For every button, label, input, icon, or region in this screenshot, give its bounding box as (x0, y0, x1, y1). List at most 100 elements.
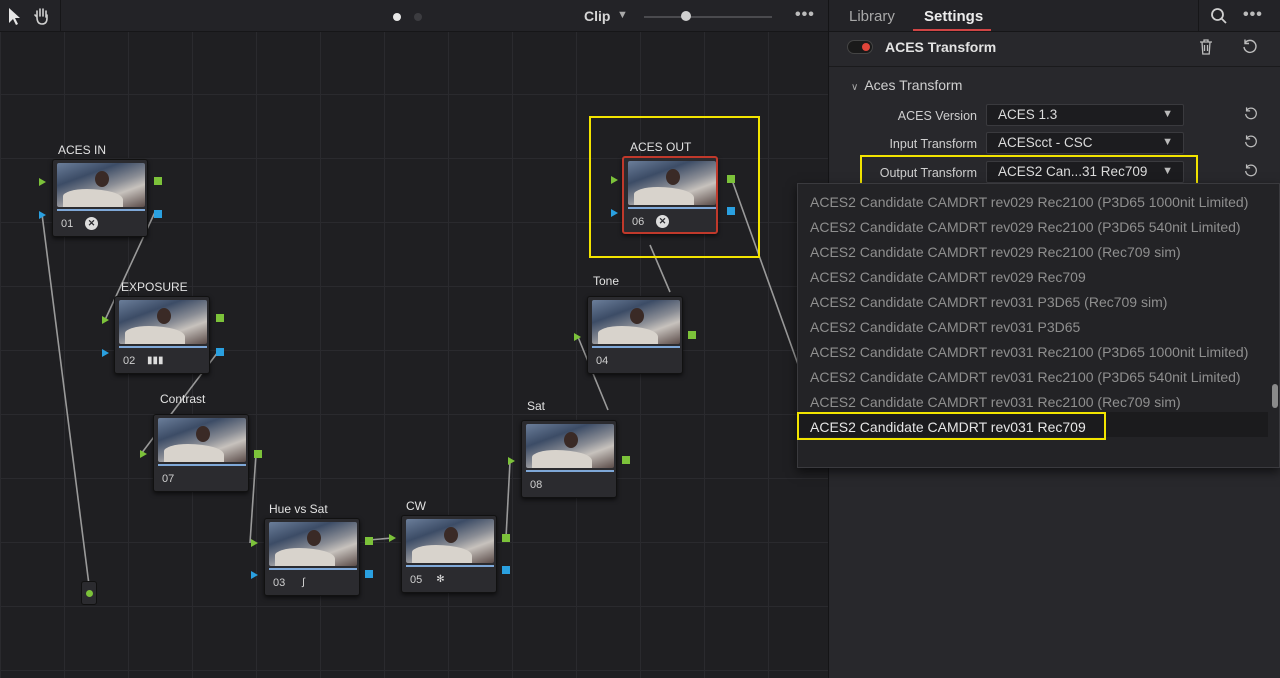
reset-icon[interactable] (1243, 163, 1259, 179)
dropdown-option[interactable]: ACES2 Candidate CAMDRT rev031 Rec2100 (P… (810, 369, 1241, 385)
rgb-input-pin[interactable] (39, 178, 46, 186)
rgb-input-pin[interactable] (102, 316, 109, 324)
node-label: EXPOSURE (121, 280, 188, 294)
page-dot-active[interactable] (393, 13, 401, 21)
node-thumbnail (628, 161, 716, 205)
alpha-input-pin[interactable] (251, 571, 258, 579)
rgb-output-pin[interactable] (622, 456, 630, 464)
page-dot[interactable] (414, 13, 422, 21)
node-bar (119, 346, 207, 348)
node-number: 04 (596, 355, 609, 367)
rgb-output-pin[interactable] (365, 537, 373, 545)
section-title: Aces Transform (864, 77, 963, 93)
rgb-input-pin[interactable] (389, 534, 396, 542)
node-tone[interactable]: 04 (587, 296, 683, 374)
reset-icon[interactable] (1243, 106, 1259, 122)
node-aces-out[interactable]: 06 ✕ (622, 156, 718, 234)
alpha-output-pin[interactable] (502, 566, 510, 574)
node-bar (158, 464, 246, 466)
rgb-input-pin[interactable] (251, 539, 258, 547)
dropdown-option[interactable]: ACES2 Candidate CAMDRT rev029 Rec2100 (R… (810, 244, 1181, 260)
tab-settings[interactable]: Settings (924, 8, 983, 25)
node-label: Contrast (160, 392, 206, 406)
aces-icon: ✕ (656, 215, 669, 228)
node-exposure[interactable]: 02 ▮▮▮ (114, 296, 210, 374)
node-thumbnail (406, 519, 494, 563)
output-transform-dropdown[interactable]: ACES2 Candidate CAMDRT rev029 Rec2100 (P… (797, 183, 1280, 468)
more-options-icon[interactable]: ••• (1243, 6, 1263, 24)
toggle-indicator (862, 43, 870, 51)
node-thumbnail (57, 163, 145, 207)
node-toolbar: Clip ▼ ••• (0, 0, 828, 32)
chevron-down-icon: ▼ (1162, 108, 1173, 120)
alpha-output-pin[interactable] (216, 348, 224, 356)
rgb-output-pin[interactable] (254, 450, 262, 458)
trash-icon[interactable] (1199, 39, 1213, 55)
rgb-output-pin[interactable] (688, 331, 696, 339)
effect-title: ACES Transform (885, 39, 997, 55)
pointer-icon[interactable] (4, 5, 26, 27)
chevron-down-icon[interactable]: ▼ (617, 9, 628, 21)
alpha-input-pin[interactable] (102, 349, 109, 357)
aces-version-select[interactable]: ACES 1.3 ▼ (986, 104, 1184, 126)
node-editor[interactable]: ACES IN 01 ✕ EXPOSURE 02 ▮▮▮ Contrast 07… (0, 0, 828, 678)
source-node[interactable] (81, 581, 97, 605)
tab-library[interactable]: Library (849, 8, 895, 25)
view-mode-label[interactable]: Clip (584, 8, 610, 24)
source-pin[interactable] (86, 590, 93, 597)
search-icon[interactable] (1210, 7, 1228, 25)
dropdown-option[interactable]: ACES2 Candidate CAMDRT rev031 Rec2100 (R… (810, 394, 1181, 410)
node-sat[interactable]: 08 (521, 420, 617, 498)
rgb-input-pin[interactable] (574, 333, 581, 341)
rgb-output-pin[interactable] (727, 175, 735, 183)
alpha-output-pin[interactable] (365, 570, 373, 578)
node-label: ACES OUT (630, 140, 692, 154)
node-number: 01 (61, 218, 74, 230)
select-value: ACES2 Can...31 Rec709 (998, 164, 1148, 179)
node-aces-in[interactable]: 01 ✕ (52, 159, 148, 237)
zoom-slider-handle[interactable] (681, 11, 691, 21)
rgb-input-pin[interactable] (611, 176, 618, 184)
effect-enable-toggle[interactable] (847, 40, 873, 54)
rgb-output-pin[interactable] (502, 534, 510, 542)
node-cw[interactable]: 05 ✻ (401, 515, 497, 593)
hand-icon[interactable] (31, 5, 53, 27)
wire-contrast-to-huesat (249, 453, 257, 544)
node-thumbnail (269, 522, 357, 566)
zoom-slider[interactable] (644, 16, 772, 18)
reset-icon[interactable] (1243, 134, 1259, 150)
alpha-input-pin[interactable] (39, 211, 46, 219)
node-bar (57, 209, 145, 211)
dropdown-option[interactable]: ACES2 Candidate CAMDRT rev031 Rec2100 (P… (810, 344, 1248, 360)
dropdown-option[interactable]: ACES2 Candidate CAMDRT rev029 Rec709 (810, 269, 1086, 285)
alpha-input-pin[interactable] (611, 209, 618, 217)
node-label: CW (406, 499, 426, 513)
alpha-output-pin[interactable] (727, 207, 735, 215)
dropdown-option[interactable]: ACES2 Candidate CAMDRT rev031 P3D65 (Rec… (810, 294, 1167, 310)
node-number: 05 (410, 574, 423, 586)
output-transform-select[interactable]: ACES2 Can...31 Rec709 ▼ (986, 161, 1184, 183)
more-options-icon[interactable]: ••• (795, 6, 815, 24)
input-transform-select[interactable]: ACEScct - CSC ▼ (986, 132, 1184, 154)
node-thumbnail (526, 424, 614, 468)
dropdown-scrollbar[interactable] (1272, 384, 1278, 408)
dropdown-option[interactable]: ACES2 Candidate CAMDRT rev029 Rec2100 (P… (810, 219, 1241, 235)
dropdown-option[interactable]: ACES2 Candidate CAMDRT rev031 P3D65 (810, 319, 1080, 335)
section-header[interactable]: ∨ Aces Transform (851, 77, 962, 93)
dropdown-option[interactable]: ACES2 Candidate CAMDRT rev029 Rec2100 (P… (810, 194, 1248, 210)
curve-icon: ∫ (302, 577, 305, 588)
wheels-icon: ✻ (436, 574, 445, 585)
bars-icon: ▮▮▮ (147, 355, 164, 366)
rgb-input-pin[interactable] (508, 457, 515, 465)
alpha-output-pin[interactable] (154, 210, 162, 218)
node-bar (526, 470, 614, 472)
wire-source-to-aces-in-blue (41, 213, 90, 586)
rgb-output-pin[interactable] (154, 177, 162, 185)
rgb-output-pin[interactable] (216, 314, 224, 322)
node-bar (592, 346, 680, 348)
rgb-input-pin[interactable] (140, 450, 147, 458)
wire-cw-to-sat (505, 461, 511, 539)
node-hue-vs-sat[interactable]: 03 ∫ (264, 518, 360, 596)
node-contrast[interactable]: 07 (153, 414, 249, 492)
reset-effect-icon[interactable] (1241, 38, 1259, 56)
